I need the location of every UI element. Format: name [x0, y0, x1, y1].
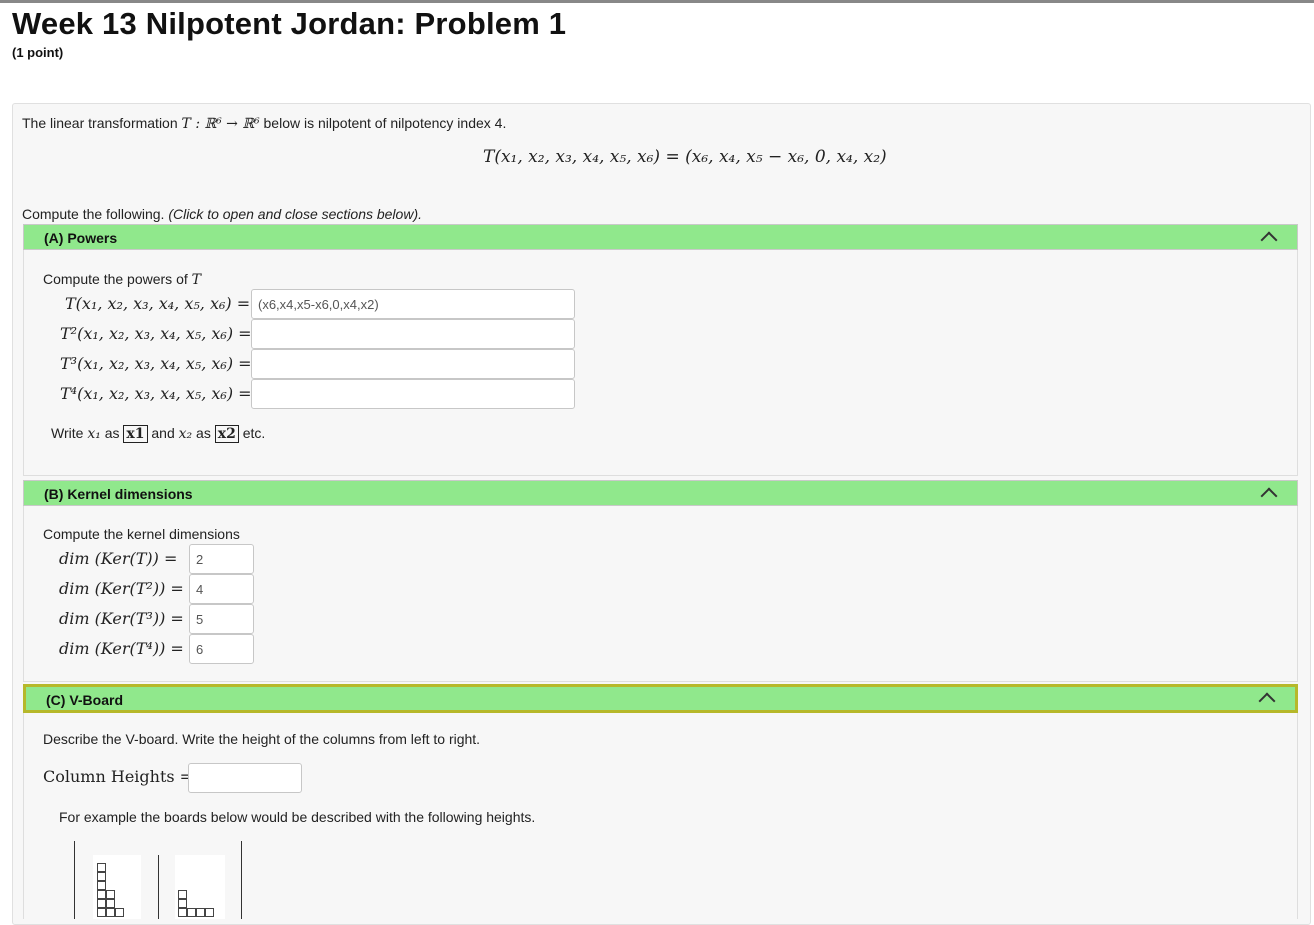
kernel-2-label: dim (Ker(T²)) = — [59, 579, 184, 598]
section-b-title: (B) Kernel dimensions — [44, 486, 193, 502]
section-a-title: (A) Powers — [44, 230, 118, 246]
compute-prefix: Compute the following. — [22, 206, 169, 222]
board-cell — [97, 863, 106, 872]
hint-x2-math: x₂ — [178, 426, 193, 442]
kernel-1-label: dim (Ker(T)) = — [59, 549, 178, 568]
board-cell — [178, 899, 187, 908]
powers-prompt: Compute the powers of T — [43, 271, 201, 288]
power-2-label: T²(x₁, x₂, x₃, x₄, x₅, x₆) = — [60, 324, 252, 343]
board-cell — [205, 908, 214, 917]
board-cell — [178, 908, 187, 917]
problem-intro: The linear transformation T : ℝ⁶ → ℝ⁶ be… — [22, 115, 506, 132]
board-cell — [115, 908, 124, 917]
board-cell — [106, 908, 115, 917]
page-title: Week 13 Nilpotent Jordan: Problem 1 — [12, 6, 567, 41]
power-3-input[interactable] — [251, 349, 575, 379]
powers-prompt-text: Compute the powers of — [43, 271, 192, 287]
power-2-input[interactable] — [251, 319, 575, 349]
power-4-label: T⁴(x₁, x₂, x₃, x₄, x₅, x₆) = — [60, 384, 252, 403]
hint-as-1: as — [100, 425, 124, 441]
power-4-input[interactable] — [251, 379, 575, 409]
intro-suffix: below is nilpotent of nilpotency index 4… — [259, 115, 507, 131]
board-cell — [106, 890, 115, 899]
kernel-1-input[interactable] — [189, 544, 254, 574]
kernel-3-label: dim (Ker(T³)) = — [59, 609, 184, 628]
chevron-up-icon[interactable] — [1260, 487, 1278, 505]
display-equation: T(x₁, x₂, x₃, x₄, x₅, x₆) = (x₆, x₄, x₅ … — [483, 147, 887, 167]
hint-x1-math: x₁ — [87, 426, 101, 442]
kernel-4-input[interactable] — [189, 634, 254, 664]
column-heights-input[interactable] — [188, 763, 302, 793]
board-cell — [178, 890, 187, 899]
board-cell — [187, 908, 196, 917]
hint-x1-box: x1 — [123, 425, 148, 443]
board-cell — [97, 881, 106, 890]
vboard-examples — [74, 841, 244, 919]
vboard-example-1 — [93, 855, 141, 919]
column-heights-label: Column Heights = — [43, 767, 194, 786]
vboard-example-2 — [175, 855, 225, 919]
board-cell — [97, 899, 106, 908]
compute-hint: (Click to open and close sections below)… — [168, 206, 422, 222]
hint-write: Write — [51, 425, 88, 441]
kernel-2-input[interactable] — [189, 574, 254, 604]
vboard-example-text: For example the boards below would be de… — [59, 809, 536, 825]
board-cell — [106, 899, 115, 908]
top-divider — [0, 0, 1314, 3]
power-1-input[interactable] — [251, 289, 575, 319]
power-3-label: T³(x₁, x₂, x₃, x₄, x₅, x₆) = — [60, 354, 252, 373]
points-label: (1 point) — [12, 45, 64, 60]
kernel-4-label: dim (Ker(T⁴)) = — [59, 639, 184, 658]
hint-etc: etc. — [238, 425, 266, 441]
vboard-divider — [158, 855, 159, 919]
vboard-divider — [241, 841, 242, 919]
compute-instructions: Compute the following. (Click to open an… — [22, 206, 422, 222]
powers-prompt-math: T — [191, 272, 201, 288]
section-c-title: (C) V-Board — [46, 692, 123, 708]
hint-x2-box: x2 — [214, 425, 239, 443]
vboard-prompt: Describe the V-board. Write the height o… — [43, 731, 481, 747]
intro-math: T : ℝ⁶ → ℝ⁶ — [181, 116, 260, 132]
section-b-header[interactable]: (B) Kernel dimensions — [23, 480, 1298, 506]
board-cell — [196, 908, 205, 917]
kernel-3-input[interactable] — [189, 604, 254, 634]
chevron-up-icon[interactable] — [1258, 692, 1276, 710]
board-cell — [97, 890, 106, 899]
hint-as-2: as — [192, 425, 215, 441]
chevron-up-icon[interactable] — [1260, 231, 1278, 249]
power-1-label: T(x₁, x₂, x₃, x₄, x₅, x₆) = — [65, 294, 251, 313]
intro-prefix: The linear transformation — [22, 115, 182, 131]
kernel-prompt: Compute the kernel dimensions — [43, 526, 240, 542]
section-c-header[interactable]: (C) V-Board — [23, 684, 1298, 713]
section-a-header[interactable]: (A) Powers — [23, 224, 1298, 250]
hint-and: and — [147, 425, 179, 441]
vboard-divider — [74, 841, 75, 919]
board-cell — [97, 908, 106, 917]
variable-hint: Write x₁ as x1 and x₂ as x2 etc. — [51, 425, 265, 443]
board-cell — [97, 872, 106, 881]
